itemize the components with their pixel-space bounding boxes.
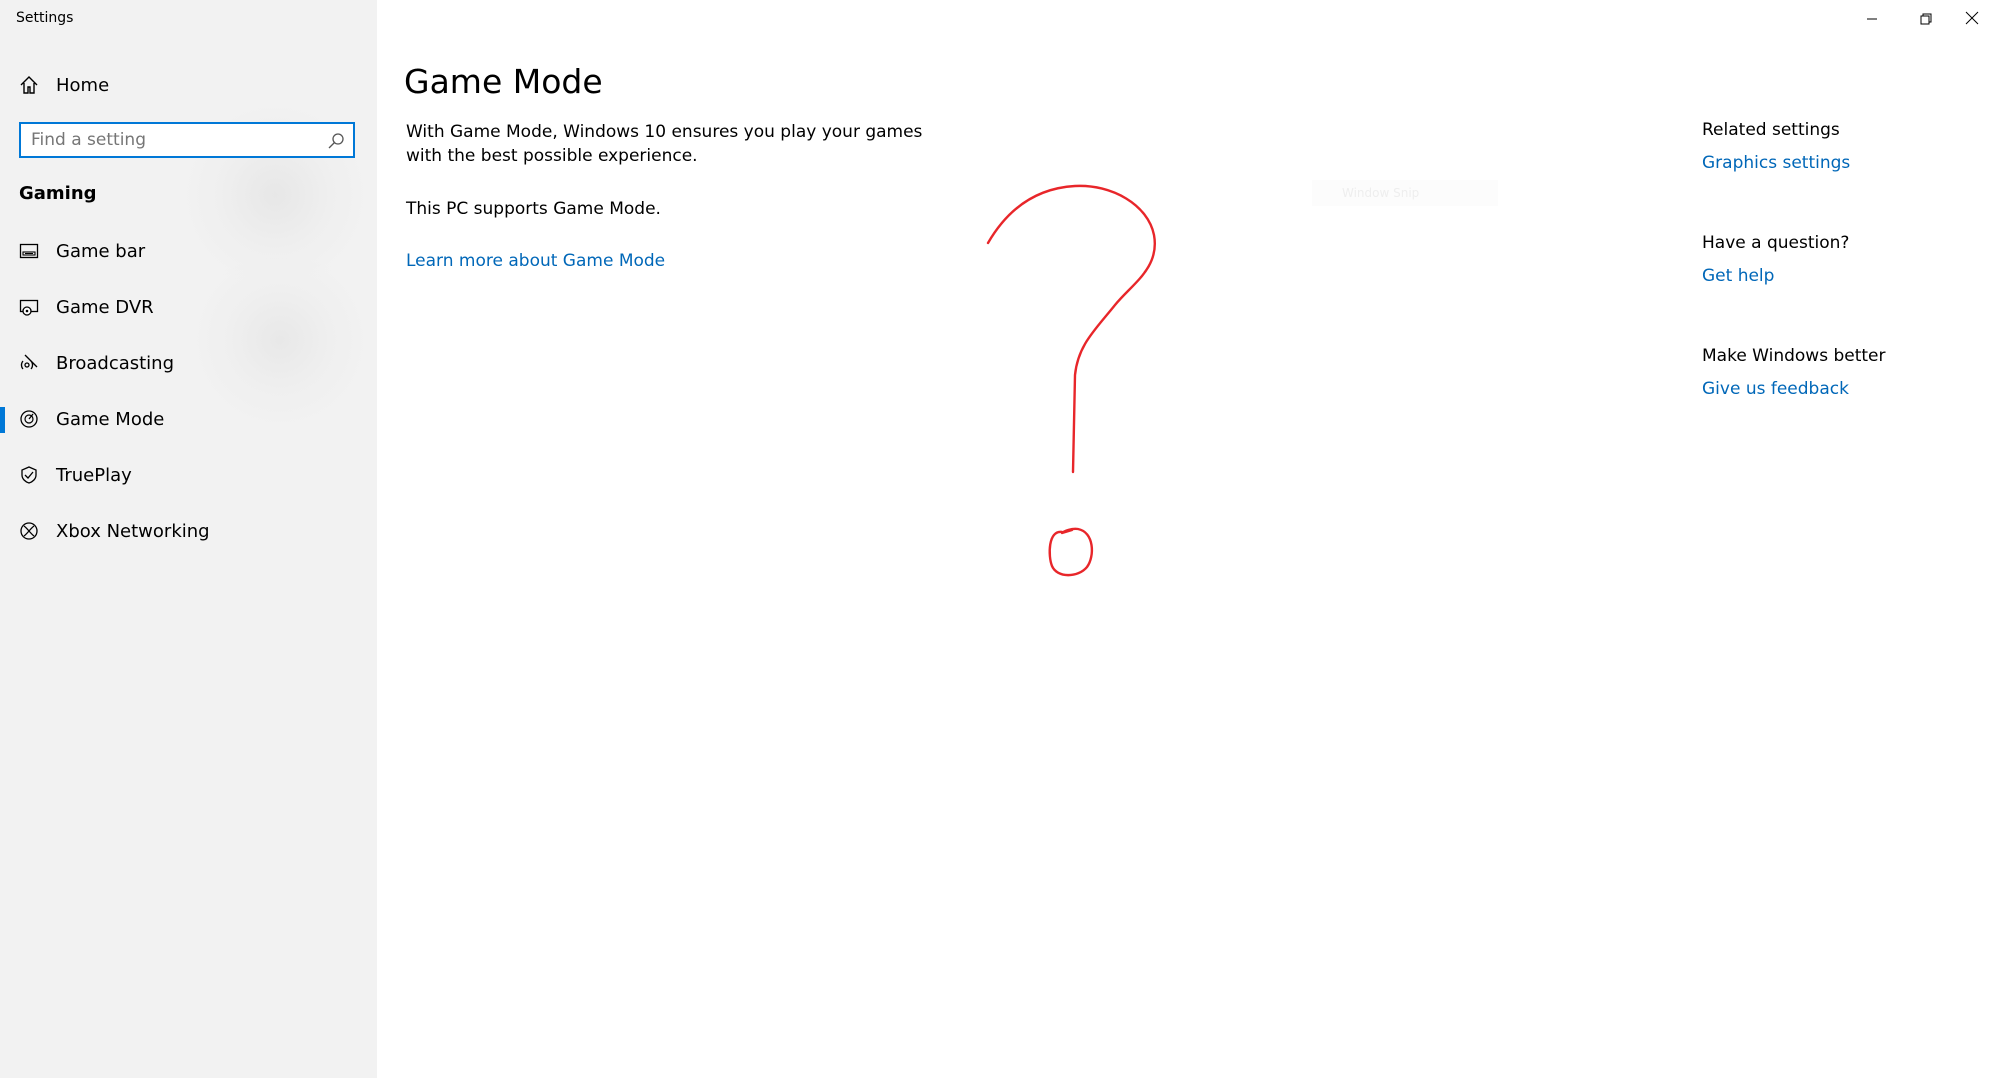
question-mark-curve bbox=[986, 184, 1157, 474]
broadcasting-icon bbox=[18, 352, 40, 374]
minimize-button[interactable] bbox=[1846, 0, 1898, 38]
graphics-settings-link[interactable]: Graphics settings bbox=[1702, 153, 1850, 173]
search-input[interactable] bbox=[31, 130, 321, 150]
game-mode-status: This PC supports Game Mode. bbox=[406, 199, 661, 219]
get-help-link[interactable]: Get help bbox=[1702, 266, 1774, 286]
sidebar-item-game-mode[interactable]: Game Mode bbox=[0, 394, 377, 444]
home-icon bbox=[18, 74, 40, 96]
sidebar-item-game-bar[interactable]: Game bar bbox=[0, 226, 377, 276]
xbox-icon bbox=[18, 520, 40, 542]
faint-tooltip: Window Snip bbox=[1312, 180, 1498, 206]
sidebar-item-label: Game bar bbox=[56, 240, 146, 262]
give-feedback-link[interactable]: Give us feedback bbox=[1702, 379, 1849, 399]
trueplay-icon bbox=[18, 464, 40, 486]
game-mode-description: With Game Mode, Windows 10 ensures you p… bbox=[406, 122, 923, 166]
question-mark-dot bbox=[1048, 527, 1094, 577]
app-title: Settings bbox=[16, 10, 74, 26]
restore-icon bbox=[1920, 10, 1932, 29]
search-icon[interactable] bbox=[327, 132, 345, 150]
related-settings-heading: Related settings bbox=[1702, 120, 1840, 140]
settings-window: Settings Home Gaming Game bar bbox=[0, 0, 2000, 1078]
close-icon bbox=[1965, 10, 1979, 29]
feedback-heading: Make Windows better bbox=[1702, 346, 1886, 366]
sidebar: Settings Home Gaming Game bar bbox=[0, 0, 377, 1078]
sidebar-item-home[interactable]: Home bbox=[0, 60, 377, 110]
sidebar-item-xbox-networking[interactable]: Xbox Networking bbox=[0, 506, 377, 556]
sidebar-item-broadcasting[interactable]: Broadcasting bbox=[0, 338, 377, 388]
sidebar-item-game-dvr[interactable]: Game DVR bbox=[0, 282, 377, 332]
sidebar-item-label: Home bbox=[56, 74, 110, 96]
page-title: Game Mode bbox=[404, 62, 603, 101]
learn-more-link[interactable]: Learn more about Game Mode bbox=[406, 249, 665, 273]
sidebar-item-label: Game DVR bbox=[56, 296, 154, 318]
minimize-icon bbox=[1866, 10, 1878, 29]
sidebar-item-label: Broadcasting bbox=[56, 352, 175, 374]
sidebar-item-trueplay[interactable]: TruePlay bbox=[0, 450, 377, 500]
game-mode-icon bbox=[18, 408, 40, 430]
restore-button[interactable] bbox=[1900, 0, 1952, 38]
close-button[interactable] bbox=[1946, 0, 1998, 38]
section-heading-gaming: Gaming bbox=[19, 183, 97, 204]
sidebar-item-label: Xbox Networking bbox=[56, 520, 210, 542]
sidebar-item-label: Game Mode bbox=[56, 408, 165, 430]
game-dvr-icon bbox=[18, 296, 40, 318]
game-bar-icon bbox=[18, 240, 40, 262]
question-heading: Have a question? bbox=[1702, 233, 1850, 253]
sidebar-item-label: TruePlay bbox=[56, 464, 132, 486]
search-box bbox=[19, 122, 355, 158]
